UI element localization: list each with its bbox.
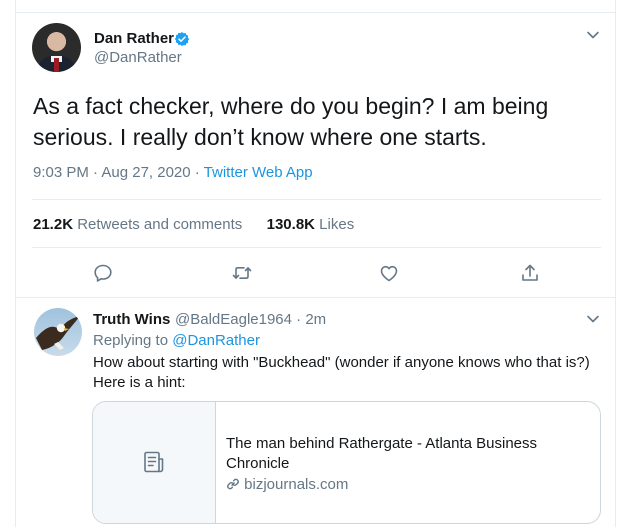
tweet-source-app[interactable]: Twitter Web App <box>204 164 313 181</box>
article-icon <box>144 451 164 473</box>
reply-author-name[interactable]: Truth Wins <box>93 311 170 328</box>
chevron-down-icon[interactable] <box>586 28 600 42</box>
eagle-image <box>36 316 80 350</box>
like-icon[interactable] <box>378 262 400 284</box>
replying-to: Replying to @DanRather <box>93 332 260 349</box>
author-name[interactable]: Dan Rather <box>94 30 174 47</box>
card-title: The man behind Rathergate - Atlanta Busi… <box>226 435 538 472</box>
link-preview-card[interactable]: The man behind Rathergate - Atlanta Busi… <box>92 401 601 524</box>
author-avatar[interactable] <box>32 23 81 72</box>
divider <box>32 199 601 200</box>
likes-stat[interactable]: 130.8K Likes <box>267 216 355 233</box>
reply-author-avatar[interactable] <box>34 308 82 356</box>
likes-label: Likes <box>319 216 355 233</box>
retweet-icon[interactable] <box>231 262 253 284</box>
author-handle[interactable]: @DanRather <box>94 49 182 66</box>
reply-text-line: Here is a hint: <box>93 374 186 391</box>
divider <box>15 12 616 13</box>
retweets-stat[interactable]: 21.2K Retweets and comments <box>33 216 242 233</box>
reply-icon[interactable] <box>92 262 114 284</box>
tweet-stats: 21.2K Retweets and comments 130.8K Likes <box>33 216 354 233</box>
chevron-down-icon[interactable] <box>586 312 600 326</box>
card-domain-text: bizjournals.com <box>244 476 349 493</box>
link-icon <box>227 478 239 490</box>
divider <box>16 297 615 298</box>
card-domain: bizjournals.com <box>226 476 348 493</box>
divider <box>32 247 601 248</box>
retweets-count: 21.2K <box>33 216 74 233</box>
reply-text: How about starting with "Buckhead" (wond… <box>93 353 603 393</box>
avatar-tie <box>54 58 59 72</box>
reply-author-handle[interactable]: @BaldEagle1964 · 2m <box>175 311 326 328</box>
tweet-text: As a fact checker, where do you begin? I… <box>33 93 549 150</box>
likes-count: 130.8K <box>266 216 315 233</box>
tweet-timestamp[interactable]: 9:03 PM · Aug 27, 2020 · <box>33 164 204 181</box>
tweet-meta: 9:03 PM · Aug 27, 2020 · Twitter Web App <box>33 164 313 181</box>
verified-badge-icon <box>174 32 190 46</box>
replying-to-link[interactable]: @DanRather <box>172 332 260 349</box>
reply-text-line: How about starting with "Buckhead" (wond… <box>93 354 590 371</box>
share-icon[interactable] <box>519 262 541 284</box>
retweets-label: Retweets and comments <box>77 216 243 233</box>
replying-prefix: Replying to <box>93 332 173 349</box>
card-thumbnail <box>93 402 216 523</box>
